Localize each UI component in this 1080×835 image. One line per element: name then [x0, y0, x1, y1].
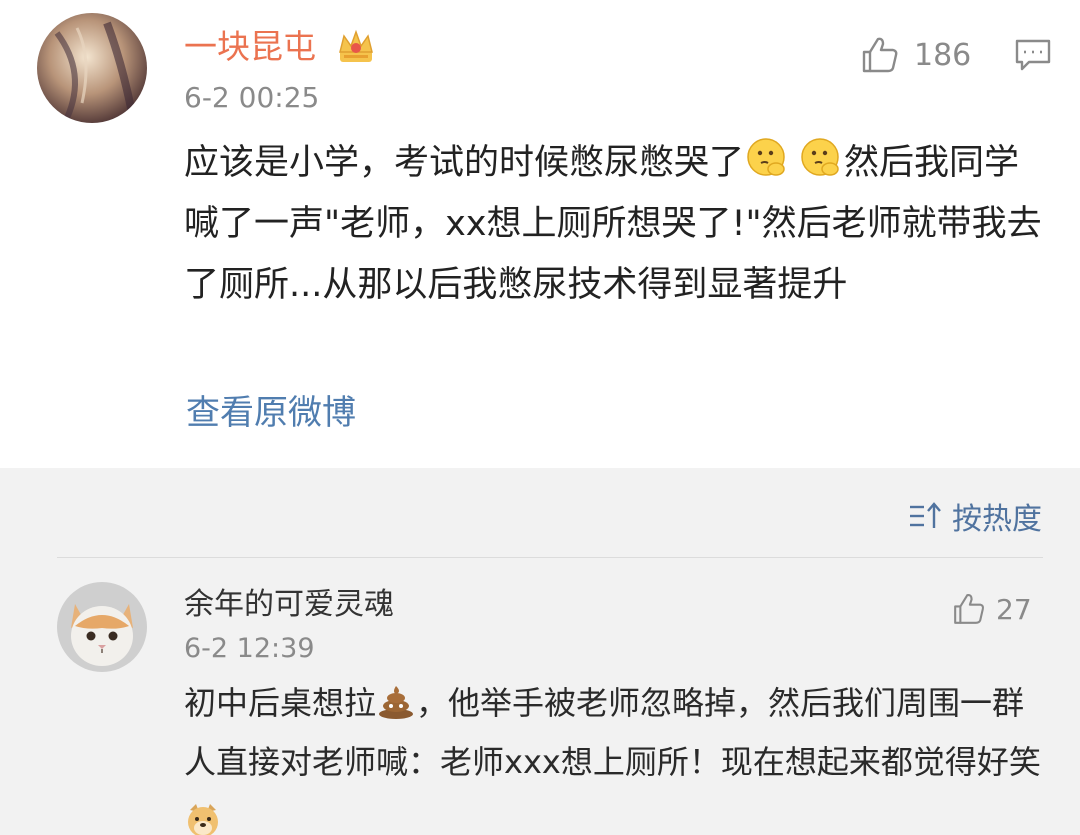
post-content: 应该是小学，考试的时候憋尿憋哭了 然后我同学喊了一声"老师，xx想上厕所想哭了!"…	[184, 133, 1054, 316]
thinking-emoji-icon	[801, 138, 839, 176]
comment-time: 6-2 12:39	[184, 633, 315, 664]
commenter-name[interactable]: 余年的可爱灵魂	[184, 585, 394, 625]
comment-icon[interactable]	[1014, 38, 1052, 72]
post-author-name[interactable]: 一块昆屯	[184, 27, 316, 67]
post-like-button[interactable]: 186	[858, 33, 971, 77]
view-original-weibo-link[interactable]: 查看原微博	[186, 391, 356, 435]
poop-emoji-icon	[379, 686, 414, 719]
comment-content-part1: 初中后桌想拉	[184, 684, 377, 722]
sort-label: 按热度	[952, 502, 1042, 537]
commenter-avatar[interactable]	[57, 582, 147, 672]
doge-emoji-icon	[188, 804, 218, 835]
post-content-part1: 应该是小学，考试的时候憋尿憋哭了	[184, 143, 745, 183]
crown-icon	[339, 29, 373, 62]
sort-by-hot-button[interactable]: 按热度	[908, 494, 1042, 538]
post-content-part2: 然后我	[844, 143, 950, 183]
thinking-emoji-icon	[747, 138, 785, 176]
divider	[57, 557, 1043, 558]
sort-icon	[910, 502, 941, 528]
post-like-count: 186	[914, 37, 972, 73]
comment-like-button[interactable]: 27	[950, 589, 1032, 629]
post-author-avatar[interactable]	[37, 13, 147, 123]
thumbs-up-icon	[954, 594, 985, 624]
comment-content: 初中后桌想拉 ，他举手被老师忽略掉，然后我们周围一群人直接对老师喊：老师xxx想上…	[184, 674, 1044, 835]
weibo-post: 一块昆屯 6-2 00:25 186 应该是小学，考试的时候憋尿憋哭了 然后我同学…	[0, 0, 1080, 468]
post-time: 6-2 00:25	[184, 81, 320, 114]
comment-like-count: 27	[996, 592, 1032, 626]
thumbs-up-icon	[862, 37, 898, 73]
